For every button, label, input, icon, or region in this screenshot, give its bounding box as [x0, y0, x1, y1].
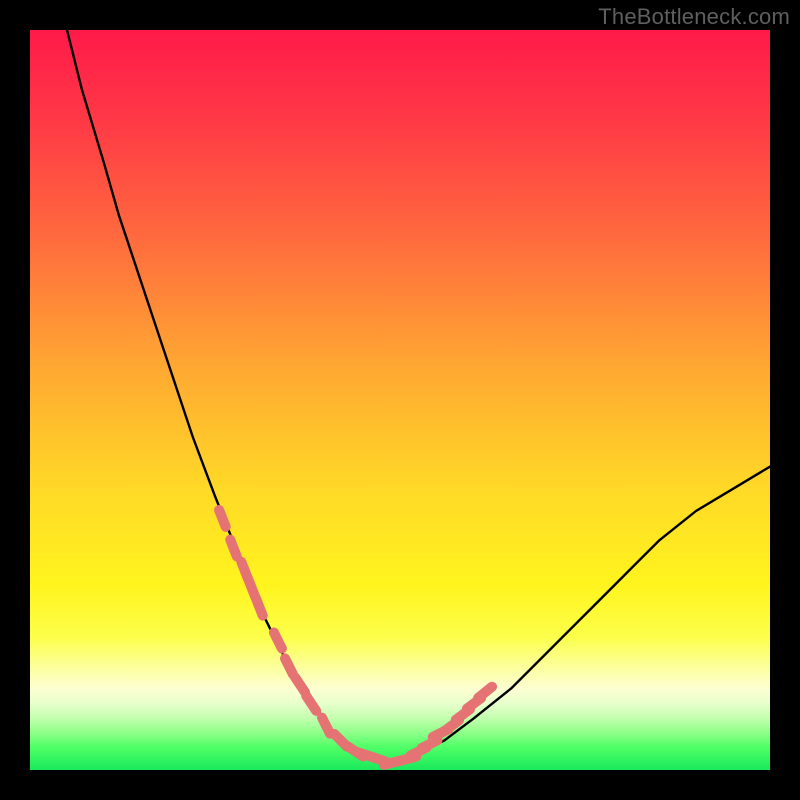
marker-dash	[322, 718, 330, 734]
plot-area	[30, 30, 770, 770]
marker-dash	[478, 687, 492, 698]
watermark-text: TheBottleneck.com	[598, 4, 790, 30]
marker-group	[219, 510, 492, 765]
marker-dash	[274, 633, 282, 649]
outer-frame: TheBottleneck.com	[0, 0, 800, 800]
chart-svg	[30, 30, 770, 770]
marker-dash	[230, 540, 237, 557]
marker-dash	[219, 510, 226, 527]
marker-dash	[256, 599, 263, 616]
marker-dash	[306, 696, 316, 711]
bottleneck-curve	[67, 30, 770, 763]
marker-dash	[285, 658, 293, 674]
marker-dash	[295, 677, 305, 692]
